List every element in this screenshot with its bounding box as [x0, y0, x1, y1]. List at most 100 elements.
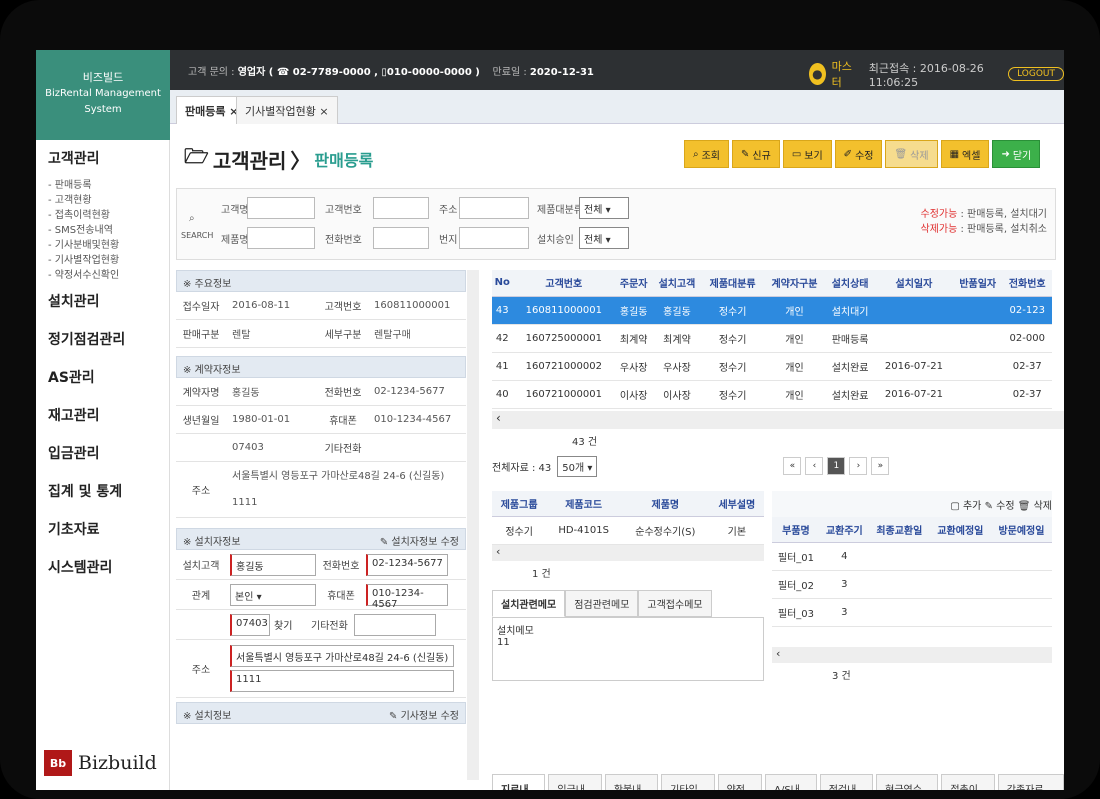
tab-customer-memo[interactable]: 고객접수메모 [638, 590, 712, 617]
col-part-name[interactable]: 부품명 [772, 516, 820, 543]
delete-button[interactable]: 🗑 삭제 [885, 140, 938, 168]
submenu-tech-assign[interactable]: - 기사분배및현황 [36, 238, 169, 253]
table-row[interactable]: 42 160725000001 최계약 최계약 정수기 개인 판매등록 02-000 [492, 324, 1052, 353]
table-row[interactable]: 정수기 HD-4101S 순수정수기(S) 기본 [492, 516, 764, 545]
first-page-button[interactable]: « [783, 457, 802, 475]
submenu-contract[interactable]: - 약정서수신확인 [36, 268, 169, 283]
prev-page-button[interactable]: ‹ [805, 457, 824, 475]
col-contract-type[interactable]: 계약자구분 [763, 270, 826, 297]
col-product-code[interactable]: 제품코드 [546, 490, 621, 517]
submenu-tech-work[interactable]: - 기사별작업현황 [36, 253, 169, 268]
tab-other-deposit[interactable]: 기타입금 [661, 774, 715, 790]
menu-install[interactable]: 설치관리 [36, 283, 169, 321]
rel-select[interactable]: 본인 ▾ [230, 583, 316, 606]
submenu-sales-register[interactable]: - 판매등록 [36, 178, 169, 193]
col-next-change[interactable]: 교환예정일 [929, 516, 991, 543]
col-install-customer[interactable]: 설치고객 [652, 270, 702, 297]
tab-refund[interactable]: 환불내역 [604, 774, 659, 790]
col-orderer[interactable]: 주문자 [615, 270, 653, 297]
next-page-button[interactable]: › [849, 457, 868, 475]
tab-as[interactable]: A/S내역 [765, 774, 817, 790]
tab-tech-work[interactable]: 기사별작업현황 × [236, 96, 338, 124]
tab-inspection[interactable]: 점검내역 [819, 774, 874, 790]
col-customer-no[interactable]: 고객번호 [512, 270, 616, 297]
search-button[interactable]: ⌕ 조회 [684, 140, 730, 168]
tech-edit-link[interactable]: ✎ 기사정보 수정 [389, 707, 459, 722]
install-cust-input[interactable]: 홍길동 [230, 553, 316, 576]
submenu-sms[interactable]: - SMS전송내역 [36, 223, 169, 238]
product-hscrollbar[interactable]: ‹ [492, 545, 764, 561]
logout-button[interactable]: LOGOUT [1008, 67, 1064, 81]
customer-name-input[interactable] [247, 197, 315, 219]
current-page[interactable]: 1 [827, 457, 846, 475]
detail-scrollbar[interactable] [467, 270, 479, 780]
address-input[interactable] [459, 197, 529, 219]
table-row[interactable]: 43 160811000001 홍길동 홍길동 정수기 개인 설치대기 02-123 [492, 296, 1052, 325]
install-zip-input[interactable]: 07403 [230, 613, 270, 636]
tab-receipt[interactable]: 현금영수증 [876, 774, 939, 790]
table-row[interactable]: 필터_02 3 [772, 570, 1052, 599]
cell: 43 [492, 296, 513, 325]
table-row[interactable]: 필터_03 3 [772, 598, 1052, 627]
install-approve-select[interactable]: 전체 ▾ [579, 227, 629, 249]
edit-button[interactable]: ✐ 수정 [834, 140, 883, 168]
parts-add-button[interactable]: ▢ 추가 [950, 501, 981, 512]
phone-input[interactable] [373, 227, 429, 249]
view-button[interactable]: ▭ 보기 [782, 140, 832, 168]
install-other-input[interactable] [354, 613, 437, 636]
install-edit-link[interactable]: ✎ 설치자정보 수정 [380, 533, 459, 548]
tab-contract[interactable]: 약정서 [717, 774, 763, 790]
excel-button[interactable]: ▦ 엑셀 [940, 140, 990, 168]
table-row[interactable]: 40 160721000001 이사장 이사장 정수기 개인 설치완료 2016-07-21 0… [492, 380, 1052, 409]
find-button[interactable]: 찾기 [274, 617, 292, 632]
page-size-select[interactable]: 50개 ▾ [557, 455, 598, 477]
new-button[interactable]: ✎ 신규 [732, 140, 780, 168]
close-button[interactable]: ➜ 닫기 [992, 140, 1041, 168]
memo-textarea[interactable]: 설치메모 11 [492, 617, 764, 681]
menu-stats[interactable]: 집계 및 통계 [36, 473, 169, 511]
col-product-name[interactable]: 제품명 [620, 490, 710, 517]
parts-edit-button[interactable]: ✎ 수정 [985, 501, 1015, 512]
install-phone-input[interactable]: 02-1234-5677 [366, 553, 448, 576]
menu-base-data[interactable]: 기초자료 [36, 511, 169, 549]
tab-upload[interactable]: 각종자료UP [997, 774, 1064, 790]
tab-deposit[interactable]: 입금내역 [548, 774, 602, 790]
menu-as[interactable]: AS관리 [36, 359, 169, 397]
col-phone[interactable]: 전화번호 [1002, 270, 1052, 297]
table-row[interactable]: 필터_01 4 [772, 542, 1052, 571]
last-page-button[interactable]: » [871, 457, 890, 475]
product-category-select[interactable]: 전체 ▾ [579, 197, 629, 219]
col-product-category[interactable]: 제품대분류 [701, 270, 764, 297]
menu-inspection[interactable]: 정기점검관리 [36, 321, 169, 359]
col-visit-date[interactable]: 방문예정일 [990, 516, 1052, 543]
lot-input[interactable] [459, 227, 529, 249]
tab-giro[interactable]: 지로내역 [492, 774, 546, 790]
tab-contact-history[interactable]: 접촉이력 [941, 774, 995, 790]
product-name-input[interactable] [247, 227, 315, 249]
tab-inspection-memo[interactable]: 점검관련메모 [565, 590, 639, 617]
grid-hscrollbar[interactable]: ‹ [492, 410, 1064, 429]
parts-delete-button[interactable]: 🗑 삭제 [1018, 501, 1052, 512]
menu-inventory[interactable]: 재고관리 [36, 397, 169, 435]
submenu-customer-status[interactable]: - 고객현황 [36, 193, 169, 208]
tab-install-memo[interactable]: 설치관련메모 [492, 590, 566, 617]
submenu-contact-history[interactable]: - 접촉이력현황 [36, 208, 169, 223]
cell: 개인 [763, 352, 826, 381]
install-mobile-input[interactable]: 010-1234-4567 [366, 583, 448, 610]
install-addr2-input[interactable]: 1111 [230, 670, 454, 692]
col-no[interactable]: No [492, 270, 513, 297]
parts-hscrollbar[interactable]: ‹ [772, 647, 1052, 663]
col-install-status[interactable]: 설치상태 [825, 270, 875, 297]
col-cycle[interactable]: 교환주기 [819, 516, 869, 543]
install-addr-input[interactable]: 서울특별시 영등포구 가마산로48길 24-6 (신길동) [230, 645, 454, 667]
menu-payment[interactable]: 입금관리 [36, 435, 169, 473]
table-row[interactable]: 41 160721000002 우사장 우사장 정수기 개인 설치완료 2016-07-21 0… [492, 352, 1052, 381]
col-return-date[interactable]: 반품일자 [952, 270, 1003, 297]
col-last-change[interactable]: 최종교환일 [868, 516, 930, 543]
customer-no-input[interactable] [373, 197, 429, 219]
menu-system[interactable]: 시스템관리 [36, 549, 169, 587]
col-install-date[interactable]: 설치일자 [874, 270, 953, 297]
col-detail[interactable]: 세부설명 [709, 490, 764, 517]
col-product-group[interactable]: 제품그룹 [492, 490, 547, 517]
menu-customer[interactable]: 고객관리 [36, 140, 169, 178]
